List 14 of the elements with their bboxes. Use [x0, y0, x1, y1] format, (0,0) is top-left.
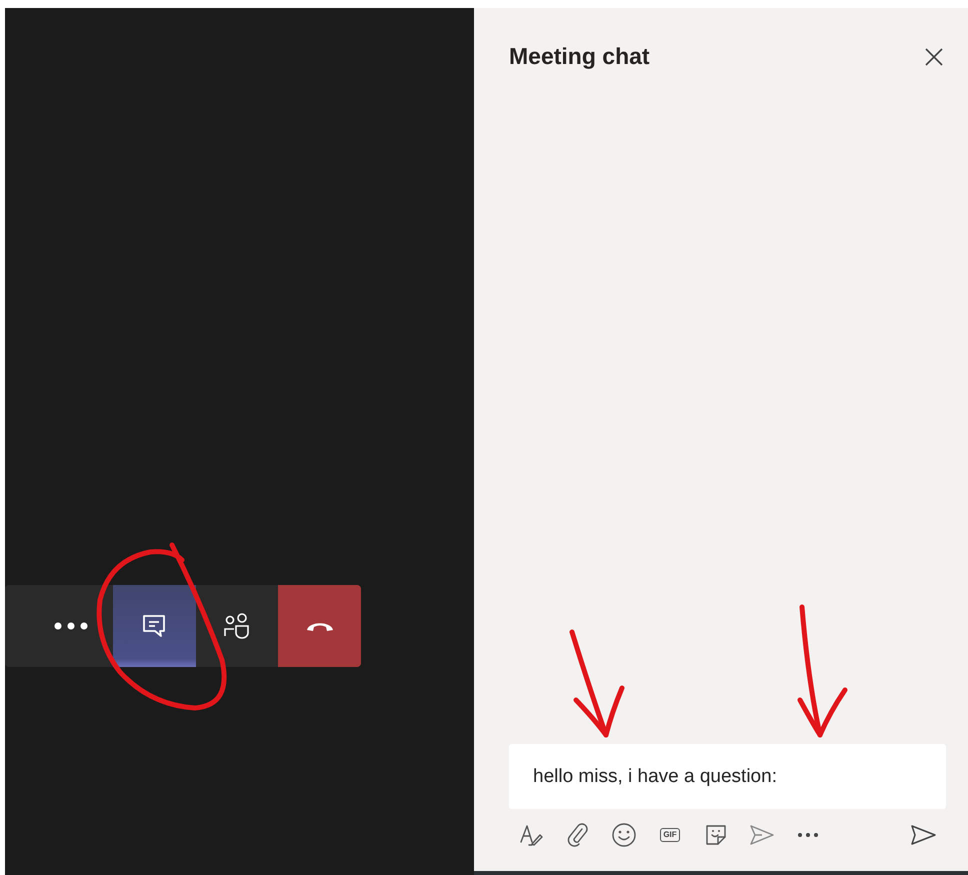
gif-button[interactable]: GIF — [647, 818, 693, 852]
send-icon — [909, 824, 937, 846]
chat-button[interactable] — [112, 585, 196, 667]
people-icon — [222, 612, 251, 640]
pen-letter-icon — [519, 823, 545, 847]
paper-plane-icon — [748, 823, 776, 847]
smiley-icon — [611, 822, 637, 848]
more-icon — [797, 832, 819, 838]
message-field[interactable]: hello miss, i have a question: — [509, 744, 946, 809]
paperclip-icon — [567, 823, 589, 847]
panel-title: Meeting chat — [509, 42, 650, 71]
more-icon — [54, 622, 88, 630]
sticker-icon — [704, 823, 728, 847]
chat-icon — [141, 613, 168, 639]
